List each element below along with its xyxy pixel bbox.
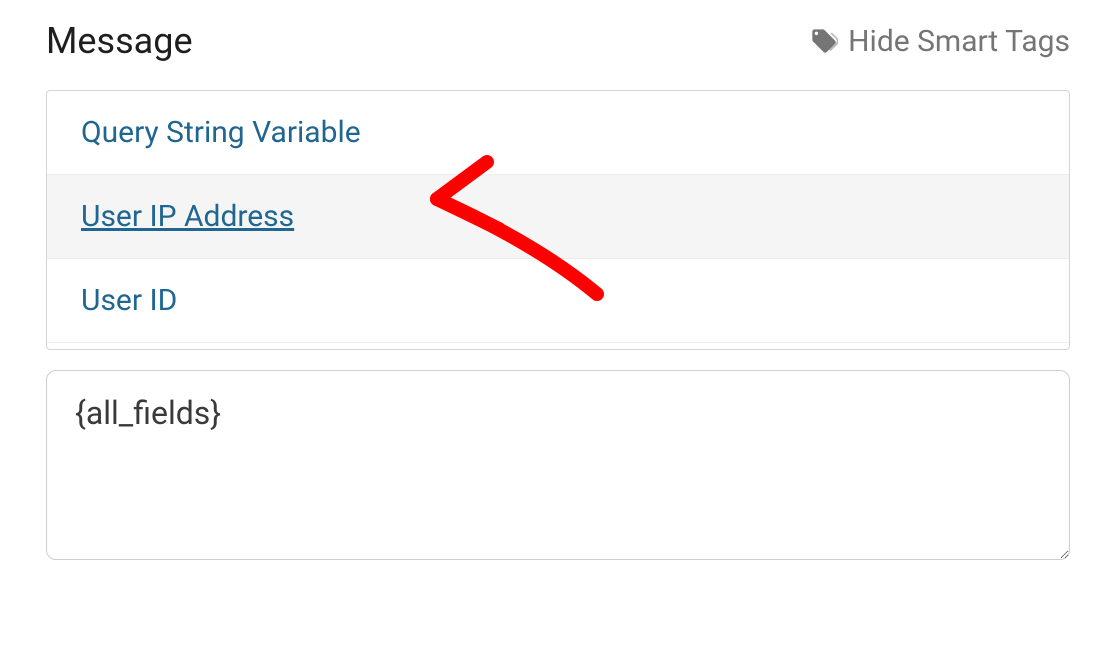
hide-smart-tags-toggle[interactable]: Hide Smart Tags: [810, 24, 1070, 59]
section-title: Message: [46, 20, 193, 62]
hide-smart-tags-label: Hide Smart Tags: [848, 24, 1070, 59]
smart-tag-item-user-id[interactable]: User ID: [47, 259, 1069, 343]
smart-tags-list[interactable]: Query String Variable User IP Address Us…: [46, 90, 1070, 350]
message-textarea[interactable]: [46, 370, 1070, 560]
smart-tag-item-query-string[interactable]: Query String Variable: [47, 91, 1069, 175]
smart-tag-item-user-ip[interactable]: User IP Address: [47, 175, 1069, 259]
message-header: Message Hide Smart Tags: [46, 20, 1070, 62]
smart-tag-item-user-display-name[interactable]: User Display Name: [47, 343, 1069, 350]
tags-icon: [810, 27, 838, 55]
